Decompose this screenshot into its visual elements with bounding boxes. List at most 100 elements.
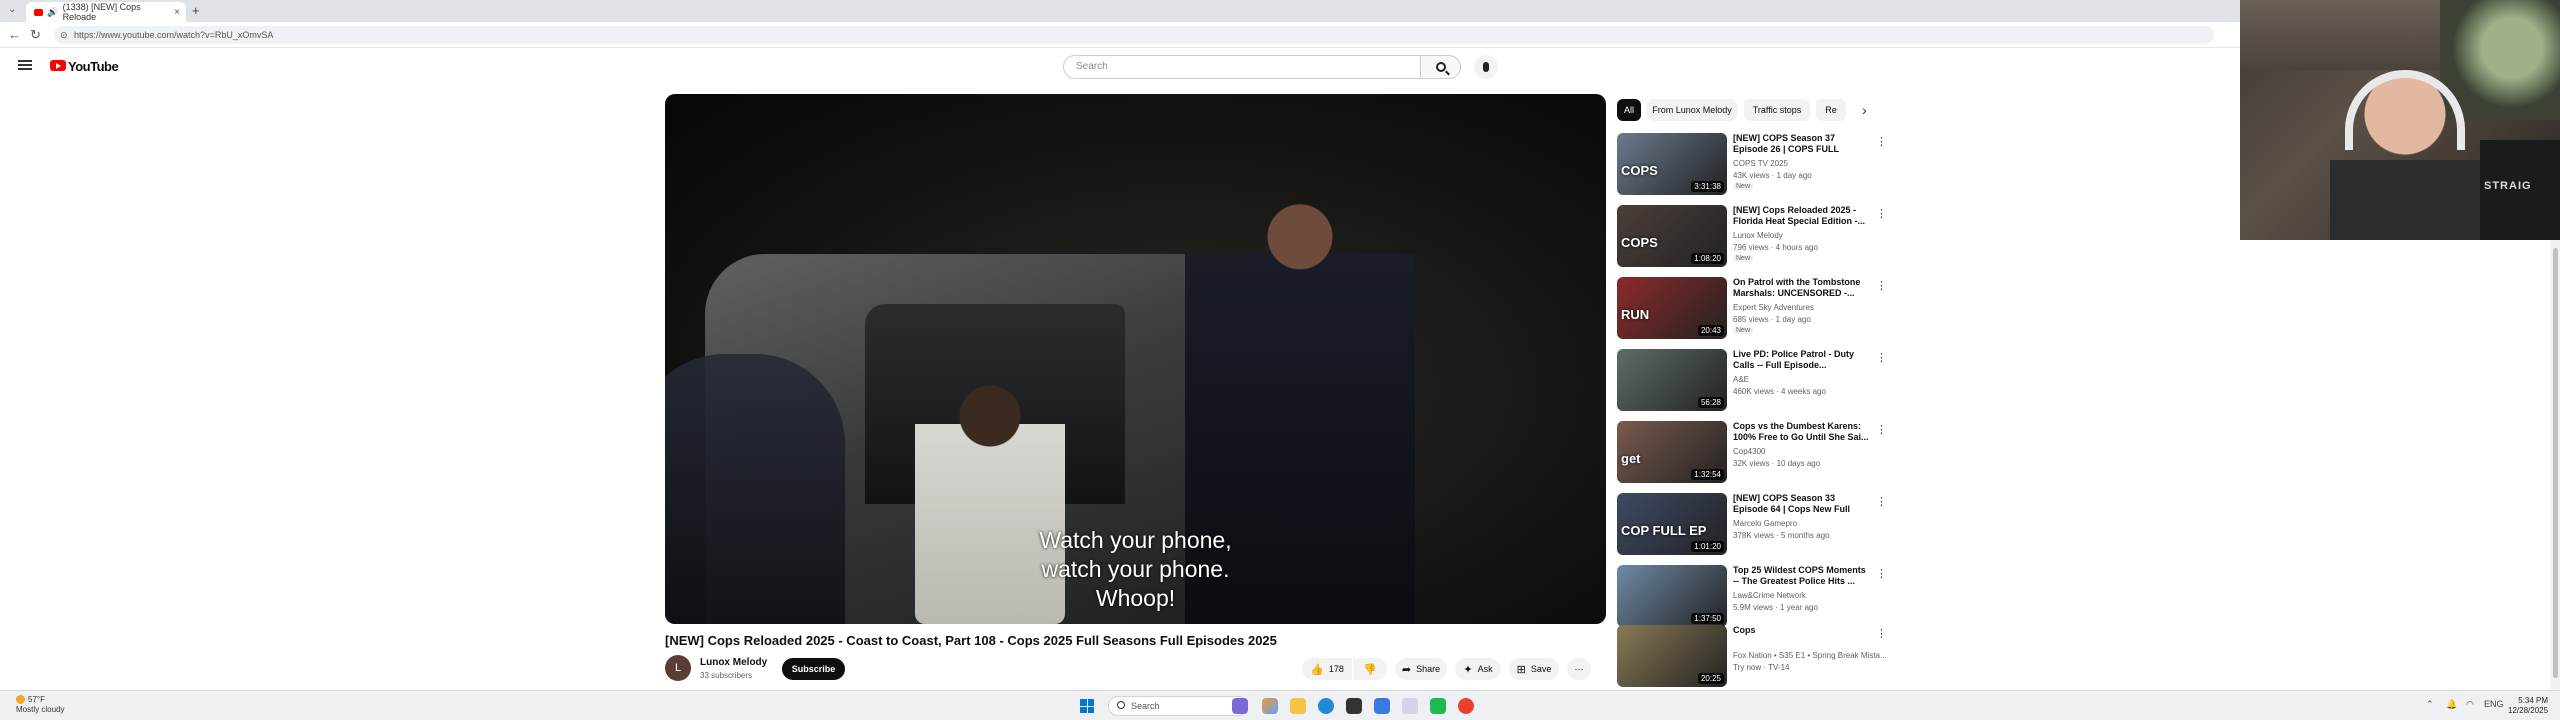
tray-wifi-icon[interactable]: ◠: [2466, 699, 2474, 710]
more-vertical-icon[interactable]: ⋮: [1876, 135, 1887, 148]
youtube-logo-text[interactable]: YouTube: [68, 59, 119, 74]
more-vertical-icon[interactable]: ⋮: [1876, 423, 1887, 436]
more-vertical-icon[interactable]: ⋮: [1876, 495, 1887, 508]
webcam-shirt: STRAIG: [2480, 140, 2560, 240]
video-duration: 1:37:50: [1691, 613, 1724, 624]
more-vertical-icon[interactable]: ⋮: [1876, 567, 1887, 580]
tray-language[interactable]: ENG: [2484, 699, 2504, 709]
related-video-title[interactable]: Top 25 Wildest COPS Moments -- The Great…: [1733, 565, 1869, 587]
video-thumbnail[interactable]: 56:28: [1617, 349, 1727, 411]
taskbar-file-explorer-icon[interactable]: [1290, 698, 1306, 714]
related-video-title[interactable]: [NEW] COPS Season 37 Episode 26 | COPS F…: [1733, 133, 1869, 155]
search-icon: [1435, 62, 1446, 72]
taskbar-discord-icon[interactable]: [1402, 698, 1418, 714]
taskbar-store-icon[interactable]: [1374, 698, 1390, 714]
chip-from-channel[interactable]: From Lunox Melody: [1647, 99, 1737, 121]
save-button[interactable]: ⊞ Save: [1509, 658, 1559, 680]
chevron-right-icon[interactable]: ›: [1862, 102, 1867, 118]
taskbar-copilot-icon[interactable]: [1262, 698, 1278, 714]
more-vertical-icon[interactable]: ⋮: [1876, 627, 1887, 640]
related-video-title[interactable]: Cops vs the Dumbest Karens: 100% Free to…: [1733, 421, 1869, 443]
taskbar-chrome-icon[interactable]: [1458, 698, 1474, 714]
related-video-title[interactable]: [NEW] COPS Season 33 Episode 64 | Cops N…: [1733, 493, 1869, 515]
share-arrow-icon: ➦: [1401, 663, 1412, 676]
ask-button[interactable]: ✦ Ask: [1455, 658, 1501, 680]
related-video-title[interactable]: [NEW] Cops Reloaded 2025 - Florida Heat …: [1733, 205, 1869, 227]
video-player[interactable]: Watch your phone, watch your phone. Whoo…: [665, 94, 1606, 624]
related-channel-name[interactable]: Expert Sky Adventures: [1733, 303, 1814, 312]
clock-time: 5:34 PM: [2518, 696, 2549, 705]
youtube-logo-icon[interactable]: [50, 60, 66, 71]
subscribe-button[interactable]: Subscribe: [782, 658, 845, 680]
dislike-button[interactable]: 👎: [1353, 658, 1387, 680]
related-video-item[interactable]: 1:37:50 Top 25 Wildest COPS Moments -- Th…: [1617, 565, 1887, 631]
browser-tab-bar: ⌄ 🔊 (1338) [NEW] Cops Reloade × +: [0, 0, 2240, 22]
taskbar-widget-icon[interactable]: [1232, 698, 1248, 714]
video-duration: 1:01:20: [1691, 541, 1724, 552]
video-thumbnail[interactable]: COPS 3:31:38: [1617, 133, 1727, 195]
new-tab-button[interactable]: +: [192, 3, 200, 18]
chip-all[interactable]: All: [1617, 99, 1641, 121]
related-video-meta: Try now · TV-14: [1733, 663, 1790, 672]
weather-widget[interactable]: 57°F Mostly cloudy: [16, 695, 64, 715]
thumbs-down-icon: 👎: [1363, 663, 1377, 676]
channel-avatar[interactable]: L: [665, 655, 691, 681]
hamburger-menu-icon[interactable]: [18, 60, 32, 70]
related-video-item[interactable]: COPS 3:31:38 [NEW] COPS Season 37 Episode …: [1617, 133, 1887, 199]
more-vertical-icon[interactable]: ⋮: [1876, 351, 1887, 364]
related-video-item[interactable]: 56:28 Live PD: Police Patrol - Duty Calls…: [1617, 349, 1887, 415]
more-actions-button[interactable]: ···: [1567, 658, 1591, 680]
video-thumbnail[interactable]: RUN 20:43: [1617, 277, 1727, 339]
subscriber-count: 33 subscribers: [700, 671, 753, 680]
taskbar-spotify-icon[interactable]: [1430, 698, 1446, 714]
related-video-item[interactable]: get 1:32:54 Cops vs the Dumbest Karens: 10…: [1617, 421, 1887, 487]
back-arrow-icon[interactable]: ←: [8, 27, 21, 42]
tray-notification-icon[interactable]: 🔔: [2446, 699, 2457, 710]
video-thumbnail[interactable]: COPS 1:08:20: [1617, 205, 1727, 267]
tab-close-icon[interactable]: ×: [174, 7, 180, 18]
site-info-icon[interactable]: ⊙: [60, 26, 68, 44]
related-channel-name[interactable]: Law&Crime Network: [1733, 591, 1806, 600]
like-button[interactable]: 👍 178: [1302, 658, 1352, 680]
search-input[interactable]: Search: [1063, 55, 1421, 79]
speaker-icon[interactable]: 🔊: [47, 7, 58, 18]
chip-related[interactable]: Re: [1816, 99, 1846, 121]
taskbar-clock[interactable]: 5:34 PM 12/28/2025: [2508, 696, 2548, 716]
related-channel-name[interactable]: A&E: [1733, 375, 1749, 384]
taskbar-search[interactable]: Search: [1108, 696, 1248, 716]
search-button[interactable]: [1421, 55, 1461, 79]
page-scrollbar[interactable]: [2551, 240, 2560, 690]
related-video-title[interactable]: Cops: [1733, 625, 1869, 636]
video-thumbnail[interactable]: 1:37:50: [1617, 565, 1727, 627]
channel-name[interactable]: Lunox Melody: [700, 657, 767, 668]
related-video-title[interactable]: On Patrol with the Tombstone Marshals: U…: [1733, 277, 1869, 299]
tray-chevron-up-icon[interactable]: ⌃: [2426, 699, 2434, 710]
reload-icon[interactable]: ↻: [30, 27, 41, 43]
chip-traffic-stops[interactable]: Traffic stops: [1744, 99, 1810, 121]
scrollbar-thumb[interactable]: [2553, 248, 2558, 678]
new-badge: New: [1733, 327, 1754, 334]
taskbar-edge-icon[interactable]: [1318, 698, 1334, 714]
browser-tab[interactable]: 🔊 (1338) [NEW] Cops Reloade ×: [26, 2, 186, 22]
related-channel-name[interactable]: Marcelo Gamepro: [1733, 519, 1797, 528]
related-channel-name[interactable]: Cop4300: [1733, 447, 1765, 456]
windows-start-icon[interactable]: [1080, 699, 1094, 713]
taskbar-terminal-icon[interactable]: [1346, 698, 1362, 714]
related-channel-name[interactable]: Fox Nation • S35 E1 • Spring Break Mista…: [1733, 651, 1887, 660]
more-vertical-icon[interactable]: ⋮: [1876, 279, 1887, 292]
related-video-item[interactable]: RUN 20:43 On Patrol with the Tombstone Mar…: [1617, 277, 1887, 343]
related-channel-name[interactable]: Lunox Melody: [1733, 231, 1783, 240]
video-thumbnail[interactable]: get 1:32:54: [1617, 421, 1727, 483]
share-button[interactable]: ➦ Share: [1395, 658, 1447, 680]
related-channel-name[interactable]: COPS TV 2025: [1733, 159, 1788, 168]
related-video-item[interactable]: 20:25 Cops Fox Nation • S35 E1 • Spring Br…: [1617, 625, 1887, 691]
related-video-item[interactable]: COPS 1:08:20 [NEW] Cops Reloaded 2025 - Fl…: [1617, 205, 1887, 271]
video-thumbnail[interactable]: 20:25: [1617, 625, 1727, 687]
video-thumbnail[interactable]: COP FULL EP 1:01:20: [1617, 493, 1727, 555]
voice-search-button[interactable]: [1474, 55, 1498, 79]
related-video-title[interactable]: Live PD: Police Patrol - Duty Calls -- F…: [1733, 349, 1869, 371]
related-video-item[interactable]: COP FULL EP 1:01:20 [NEW] COPS Season 33 E…: [1617, 493, 1887, 559]
url-field[interactable]: ⊙ https://www.youtube.com/watch?v=RbU_xO…: [54, 26, 2214, 44]
tab-list-chevron-icon[interactable]: ⌄: [8, 4, 16, 15]
more-vertical-icon[interactable]: ⋮: [1876, 207, 1887, 220]
